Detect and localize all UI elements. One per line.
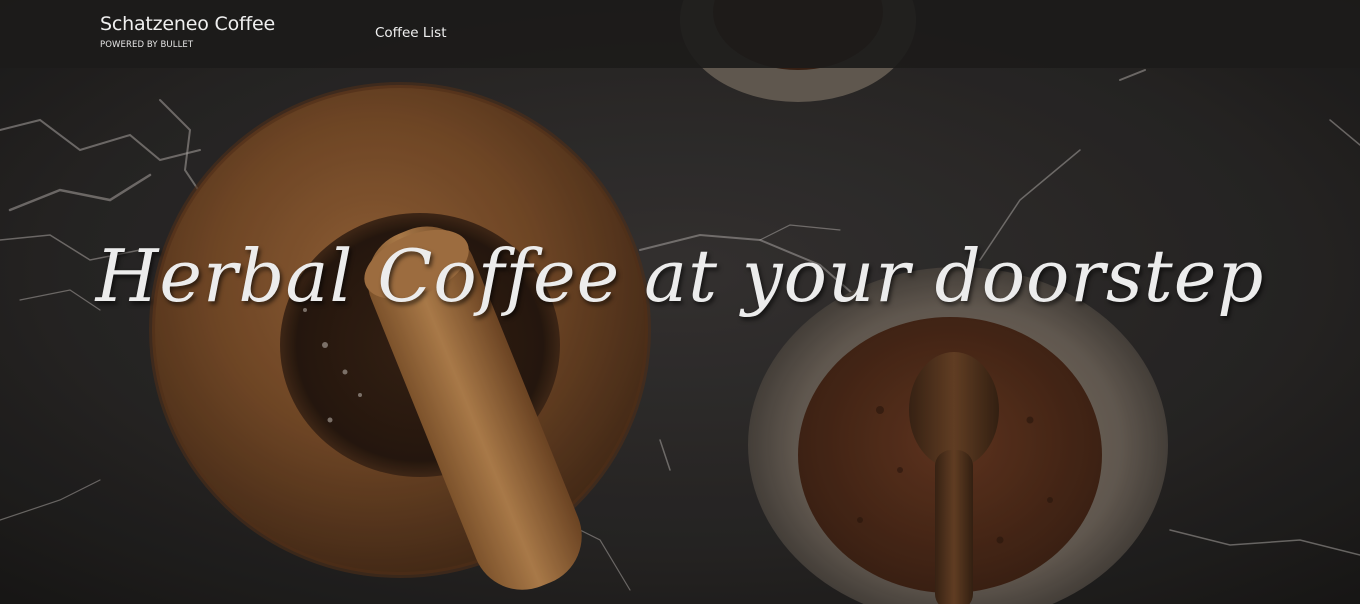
brand-subtitle: POWERED BY BULLET [100,40,194,50]
nav-link-coffee-list[interactable]: Coffee List [375,24,447,42]
top-navbar: Schatzeneo Coffee POWERED BY BULLET Coff… [0,0,1360,68]
brand-logo-link[interactable]: Schatzeneo Coffee POWERED BY BULLET [100,12,275,51]
page: Schatzeneo Coffee POWERED BY BULLET Coff… [0,0,1360,604]
hero-headline: Herbal Coffee at your doorstep [95,234,1265,318]
brand-title: Schatzeneo Coffee [100,13,275,35]
